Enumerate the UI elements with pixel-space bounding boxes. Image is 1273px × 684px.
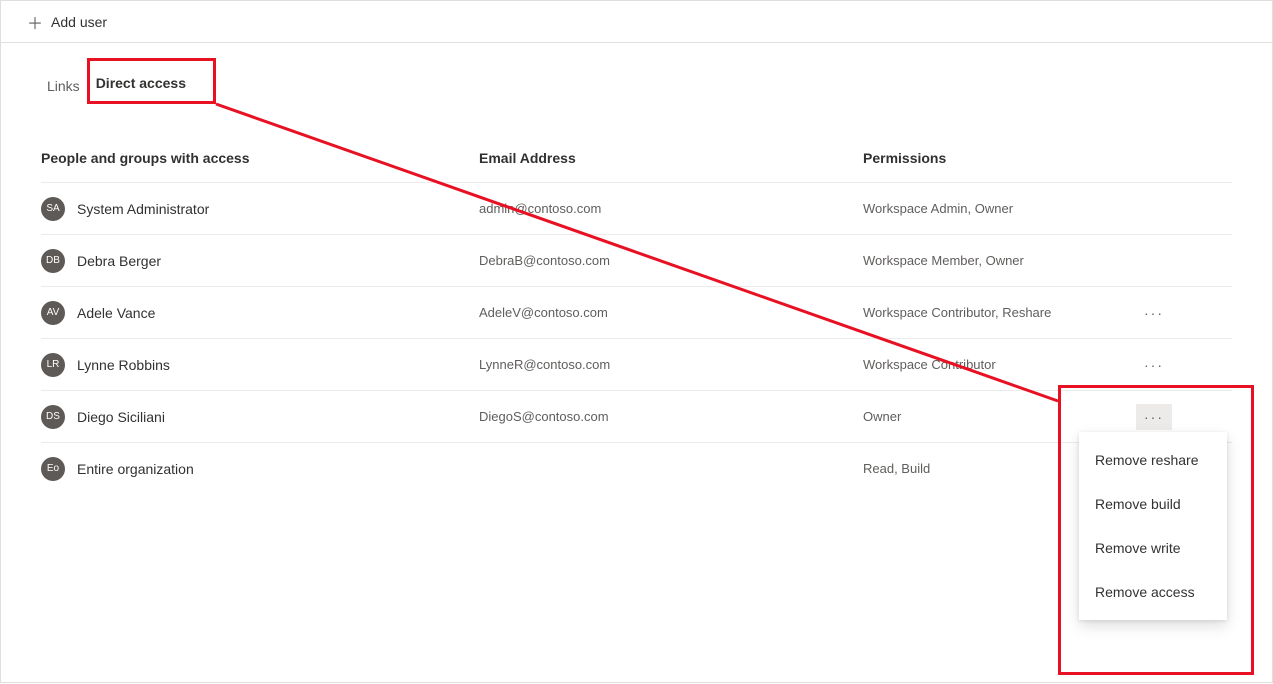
context-menu-item[interactable]: Remove build: [1079, 482, 1227, 526]
cell-email: LynneR@contoso.com: [479, 357, 863, 372]
cell-email: admin@contoso.com: [479, 201, 863, 216]
table-row: DB Debra Berger DebraB@contoso.comWorkspac…: [41, 234, 1232, 286]
add-user-button[interactable]: ＋ Add user: [21, 6, 113, 38]
permissions-text: Workspace Admin, Owner: [863, 201, 1013, 216]
avatar: AV: [41, 301, 65, 325]
table-row: SA System Administrator admin@contoso.comW…: [41, 182, 1232, 234]
cell-permissions: Workspace Member, Owner: [863, 253, 1232, 268]
column-header-people: People and groups with access: [41, 150, 479, 166]
cell-people: DS Diego Siciliani: [41, 405, 479, 429]
table-row: Eo Entire organization Read, Build: [41, 442, 1232, 494]
permissions-text: Workspace Contributor, Reshare: [863, 305, 1051, 320]
avatar: SA: [41, 197, 65, 221]
cell-email: AdeleV@contoso.com: [479, 305, 863, 320]
tab-links[interactable]: Links: [41, 70, 86, 104]
avatar: LR: [41, 353, 65, 377]
more-options-button[interactable]: ···: [1136, 300, 1172, 326]
permissions-text: Workspace Contributor: [863, 357, 996, 372]
avatar: Eo: [41, 457, 65, 481]
add-user-label: Add user: [51, 14, 107, 30]
cell-people: AV Adele Vance: [41, 301, 479, 325]
table-row: DS Diego Siciliani DiegoS@contoso.comOwner…: [41, 390, 1232, 442]
user-name: Entire organization: [77, 461, 194, 477]
more-options-button[interactable]: ···: [1136, 404, 1172, 430]
table-header: People and groups with access Email Addr…: [41, 134, 1232, 182]
user-name: Diego Siciliani: [77, 409, 165, 425]
context-menu-item[interactable]: Remove access: [1079, 570, 1227, 614]
column-header-permissions: Permissions: [863, 150, 1232, 166]
tab-direct-access[interactable]: Direct access: [90, 67, 192, 104]
permissions-text: Workspace Member, Owner: [863, 253, 1024, 268]
user-name: System Administrator: [77, 201, 209, 217]
cell-people: LR Lynne Robbins: [41, 353, 479, 377]
cell-permissions: Workspace Contributor, Reshare ···: [863, 300, 1232, 326]
toolbar: ＋ Add user: [1, 1, 1272, 43]
more-options-button[interactable]: ···: [1136, 352, 1172, 378]
access-panel: ＋ Add user Links Direct access People an…: [0, 0, 1273, 683]
cell-permissions: Workspace Admin, Owner: [863, 201, 1232, 216]
column-header-email: Email Address: [479, 150, 863, 166]
plus-icon: ＋: [27, 10, 43, 34]
context-menu-item[interactable]: Remove reshare: [1079, 438, 1227, 482]
cell-people: SA System Administrator: [41, 197, 479, 221]
user-name: Lynne Robbins: [77, 357, 170, 373]
avatar: DS: [41, 405, 65, 429]
permissions-text: Owner: [863, 409, 901, 424]
cell-email: DiegoS@contoso.com: [479, 409, 863, 424]
cell-permissions: Owner ···: [863, 404, 1232, 430]
cell-people: Eo Entire organization: [41, 457, 479, 481]
permissions-text: Read, Build: [863, 461, 930, 476]
avatar: DB: [41, 249, 65, 273]
cell-permissions: Workspace Contributor ···: [863, 352, 1232, 378]
cell-email: DebraB@contoso.com: [479, 253, 863, 268]
cell-people: DB Debra Berger: [41, 249, 479, 273]
more-options-menu: Remove reshareRemove buildRemove writeRe…: [1079, 432, 1227, 620]
user-name: Debra Berger: [77, 253, 161, 269]
user-name: Adele Vance: [77, 305, 155, 321]
context-menu-item[interactable]: Remove write: [1079, 526, 1227, 570]
table-row: AV Adele Vance AdeleV@contoso.comWorkspace…: [41, 286, 1232, 338]
table-row: LR Lynne Robbins LynneR@contoso.comWorkspa…: [41, 338, 1232, 390]
tab-bar: Links Direct access: [1, 43, 1272, 104]
table-body: SASystem Administratoradmin@contoso.comW…: [41, 182, 1232, 494]
